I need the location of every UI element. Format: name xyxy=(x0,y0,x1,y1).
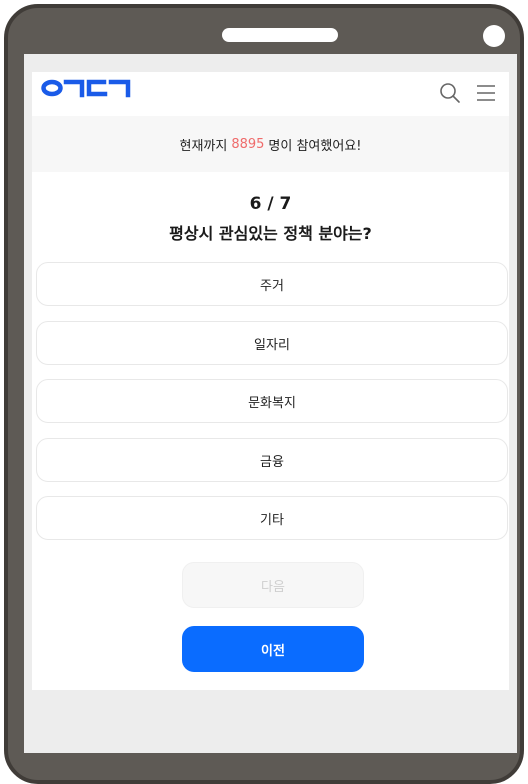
next-button[interactable]: 다음 xyxy=(182,562,364,608)
quiz-panel: 6 / 7 평상시 관심있는 정책 분야는? 주거 일자리 문화복지 금융 기타… xyxy=(32,172,509,690)
question-progress: 6 / 7 xyxy=(249,194,292,214)
option-jobs[interactable]: 일자리 xyxy=(36,321,508,365)
notice-prefix: 현재까지 xyxy=(179,138,228,154)
participant-count: 8895 xyxy=(231,136,265,152)
app-content: 현재까지 8895 명이 참여했어요! 6 / 7 평상시 관심있는 정책 분야… xyxy=(32,72,509,690)
option-label: 금융 xyxy=(260,454,284,470)
option-label: 주거 xyxy=(260,278,284,294)
participant-notice: 현재까지 8895 명이 참여했어요! xyxy=(32,116,509,172)
app-header xyxy=(32,72,509,116)
option-other[interactable]: 기타 xyxy=(36,496,508,540)
hamburger-menu-icon[interactable] xyxy=(473,80,499,106)
phone-camera xyxy=(483,25,505,47)
option-label: 기타 xyxy=(260,512,284,528)
brand-logo[interactable] xyxy=(41,76,133,106)
phone-speaker xyxy=(222,28,338,42)
question-title: 평상시 관심있는 정책 분야는? xyxy=(169,224,372,243)
phone-screen: 현재까지 8895 명이 참여했어요! 6 / 7 평상시 관심있는 정책 분야… xyxy=(24,54,517,753)
notice-suffix: 명이 참여했어요! xyxy=(268,138,362,154)
previous-button[interactable]: 이전 xyxy=(182,626,364,672)
option-label: 일자리 xyxy=(254,337,290,353)
option-finance[interactable]: 금융 xyxy=(36,438,508,482)
search-icon[interactable] xyxy=(437,80,463,106)
option-culture-welfare[interactable]: 문화복지 xyxy=(36,379,508,423)
option-label: 문화복지 xyxy=(248,395,296,411)
logo-mark xyxy=(41,79,131,98)
option-housing[interactable]: 주거 xyxy=(36,262,508,306)
